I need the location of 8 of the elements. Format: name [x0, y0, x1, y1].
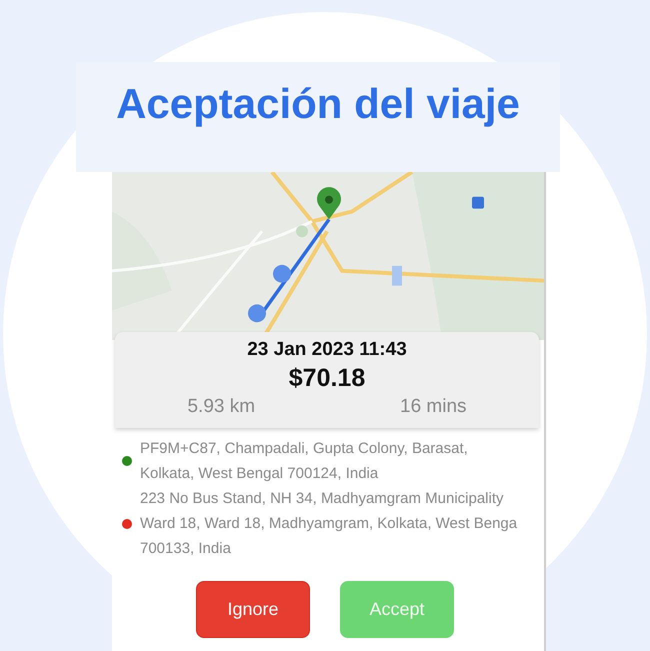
address-text: PF9M+C87, Champadali, Gupta Colony, Barasat, Kolkata, West Bengal 700124, India — [140, 439, 468, 484]
ignore-button[interactable]: Ignore — [196, 581, 310, 638]
trip-distance: 5.93 km — [187, 395, 256, 419]
address-text: 223 No Bus Stand, NH 34, Madhyamgram Municipality Ward 18, Ward 18, Madhyamgram, Kolkata, West Benga 700133, India — [140, 489, 518, 559]
trip-duration: 16 mins — [400, 395, 467, 419]
page-title: Aceptación del viaje — [116, 80, 520, 128]
trip-price: $70.18 — [288, 363, 366, 394]
trip-datetime: 23 Jan 2023 11:43 — [247, 338, 407, 362]
